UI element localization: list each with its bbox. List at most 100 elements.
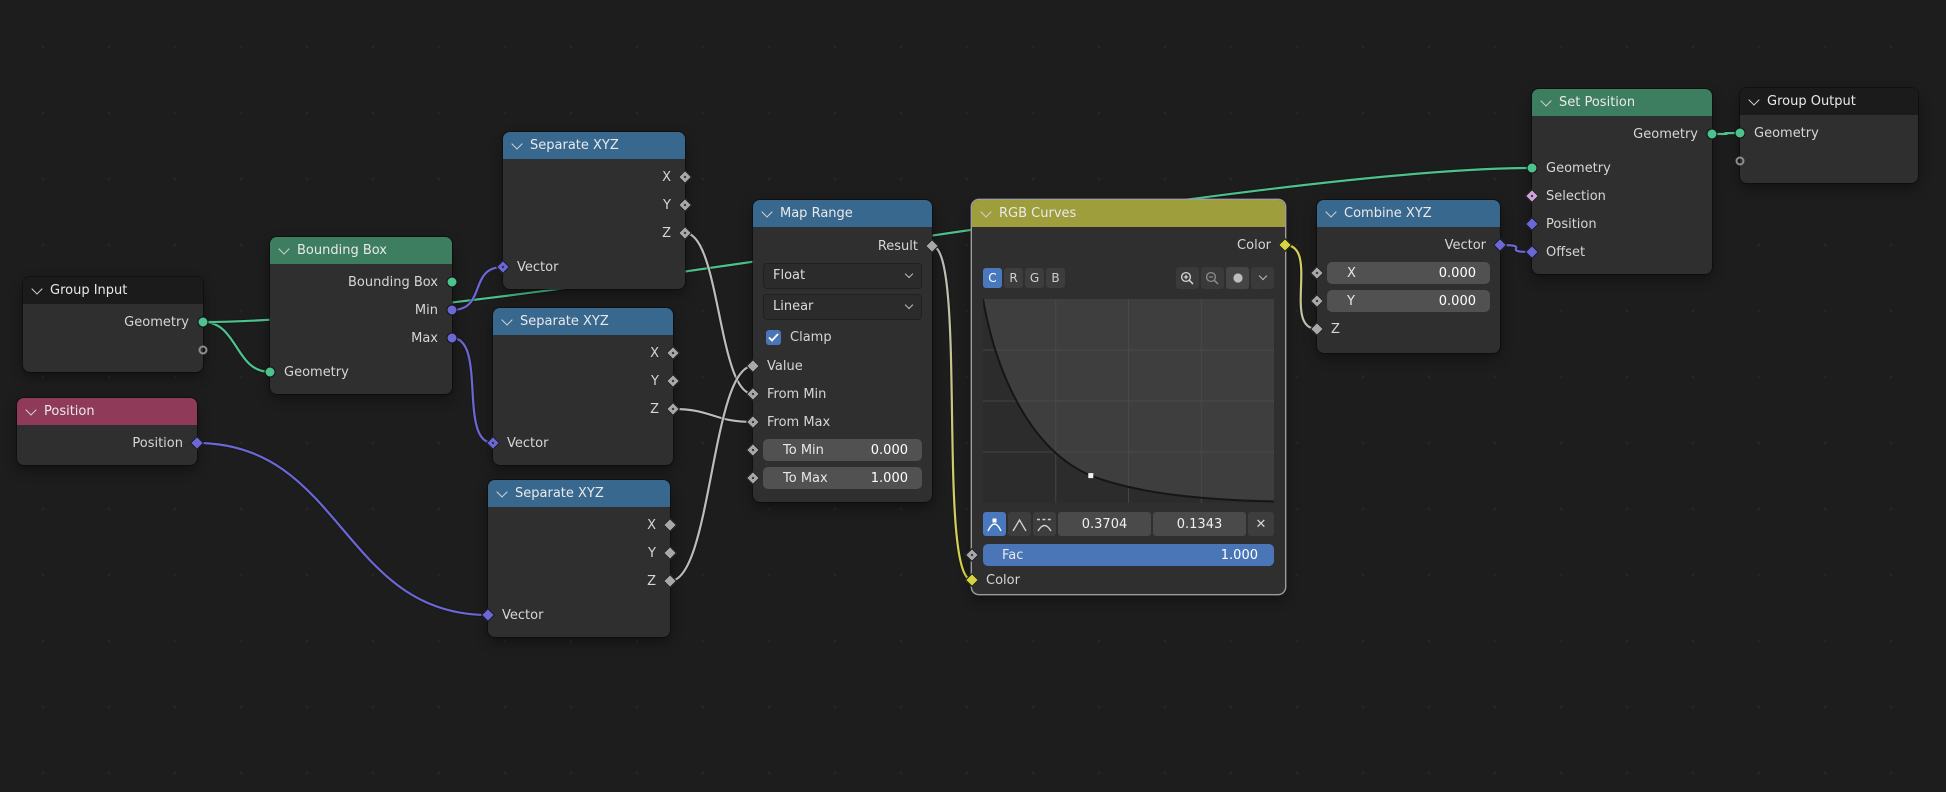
y-input-socket[interactable] — [1310, 294, 1324, 308]
collapse-chevron-icon[interactable] — [496, 486, 507, 497]
y-output-socket[interactable] — [678, 198, 692, 212]
virtual-socket[interactable] — [1736, 157, 1745, 166]
handle-auto-button[interactable] — [983, 512, 1006, 536]
delete-point-button[interactable]: ✕ — [1248, 512, 1274, 536]
node-header[interactable]: Position — [17, 398, 197, 425]
max-output-socket[interactable] — [447, 333, 458, 344]
value-input-socket[interactable] — [746, 359, 760, 373]
to-max-field[interactable]: To Max 1.000 — [763, 467, 922, 489]
x-output-socket[interactable] — [666, 346, 680, 360]
offset-input-socket[interactable] — [1525, 245, 1539, 259]
node-group-input[interactable]: Group Input Geometry — [23, 277, 203, 372]
collapse-chevron-icon[interactable] — [31, 283, 42, 294]
geometry-input-socket[interactable] — [265, 367, 276, 378]
z-output-socket[interactable] — [666, 402, 680, 416]
collapse-chevron-icon[interactable] — [1540, 95, 1551, 106]
position-output-socket[interactable] — [190, 436, 204, 450]
node-combine-xyz[interactable]: Combine XYZ Vector X 0.000 Y 0.000 Z — [1317, 200, 1500, 353]
node-header[interactable]: Group Input — [23, 277, 203, 304]
collapse-chevron-icon[interactable] — [501, 314, 512, 325]
node-separate-xyz-1[interactable]: Separate XYZ X Y Z Vector — [503, 132, 685, 289]
collapse-chevron-icon[interactable] — [980, 206, 991, 217]
zoom-in-button[interactable] — [1176, 267, 1199, 289]
vector-output-socket[interactable] — [1493, 238, 1507, 252]
y-field[interactable]: Y 0.000 — [1327, 290, 1490, 312]
channel-r-button[interactable]: R — [1004, 268, 1023, 288]
selection-input-socket[interactable] — [1525, 189, 1539, 203]
z-output-socket[interactable] — [663, 574, 677, 588]
geometry-input-socket[interactable] — [1527, 163, 1538, 174]
z-output-socket[interactable] — [678, 226, 692, 240]
virtual-socket[interactable] — [199, 346, 208, 355]
handle-auto-clamped-button[interactable] — [1033, 512, 1056, 536]
collapse-chevron-icon[interactable] — [1325, 206, 1336, 217]
collapse-chevron-icon[interactable] — [761, 206, 772, 217]
geometry-output-socket[interactable] — [1707, 129, 1718, 140]
collapse-chevron-icon[interactable] — [278, 243, 289, 254]
point-y-field[interactable]: 0.1343 — [1153, 512, 1246, 536]
clamp-checkbox[interactable] — [766, 330, 781, 345]
node-header[interactable]: Separate XYZ — [503, 132, 685, 159]
input-row: From Min — [753, 380, 932, 408]
zoom-out-button[interactable] — [1201, 267, 1224, 289]
node-header[interactable]: Bounding Box — [270, 237, 452, 264]
data-type-dropdown[interactable]: Float — [763, 263, 922, 289]
handle-vector-icon — [1011, 517, 1028, 532]
node-header[interactable]: Set Position — [1532, 89, 1712, 116]
handle-vector-button[interactable] — [1008, 512, 1031, 536]
curve-control-point[interactable] — [1088, 473, 1093, 478]
node-header[interactable]: Combine XYZ — [1317, 200, 1500, 227]
channel-c-button[interactable]: C — [983, 268, 1002, 288]
x-output-socket[interactable] — [678, 170, 692, 184]
to-min-field[interactable]: To Min 0.000 — [763, 439, 922, 461]
curve-editor[interactable] — [983, 299, 1274, 503]
node-position[interactable]: Position Position — [17, 398, 197, 465]
node-separate-xyz-2[interactable]: Separate XYZ X Y Z Vector — [493, 308, 673, 465]
z-input-socket[interactable] — [1310, 322, 1324, 336]
node-header[interactable]: Separate XYZ — [493, 308, 673, 335]
interpolation-dropdown[interactable]: Linear — [763, 294, 922, 320]
color-input-socket[interactable] — [965, 573, 979, 587]
node-set-position[interactable]: Set Position Geometry Geometry Selection… — [1532, 89, 1712, 274]
bounding-box-output-socket[interactable] — [447, 277, 458, 288]
point-x-field[interactable]: 0.3704 — [1058, 512, 1151, 536]
min-output-socket[interactable] — [447, 305, 458, 316]
channel-b-button[interactable]: B — [1046, 268, 1065, 288]
y-output-socket[interactable] — [663, 546, 677, 560]
node-editor-canvas[interactable]: Group Input Geometry Position Position B… — [0, 0, 1946, 792]
fac-slider[interactable]: Fac 1.000 — [983, 544, 1274, 566]
result-output-socket[interactable] — [925, 239, 939, 253]
x-input-socket[interactable] — [1310, 266, 1324, 280]
clipping-options-button[interactable] — [1226, 267, 1249, 289]
collapse-chevron-icon[interactable] — [511, 138, 522, 149]
from-max-input-socket[interactable] — [746, 415, 760, 429]
fac-input-socket[interactable] — [965, 548, 979, 562]
interpolation-value: Linear — [773, 299, 813, 314]
vector-input-socket[interactable] — [486, 436, 500, 450]
node-separate-xyz-3[interactable]: Separate XYZ X Y Z Vector — [488, 480, 670, 637]
to-max-input-socket[interactable] — [746, 471, 760, 485]
node-header[interactable]: Separate XYZ — [488, 480, 670, 507]
position-input-socket[interactable] — [1525, 217, 1539, 231]
x-field[interactable]: X 0.000 — [1327, 262, 1490, 284]
channel-g-button[interactable]: G — [1025, 268, 1044, 288]
y-output-socket[interactable] — [666, 374, 680, 388]
collapse-chevron-icon[interactable] — [25, 404, 36, 415]
from-min-input-socket[interactable] — [746, 387, 760, 401]
geometry-input-socket[interactable] — [1735, 128, 1746, 139]
node-header[interactable]: Map Range — [753, 200, 932, 227]
node-bounding-box[interactable]: Bounding Box Bounding Box Min Max Geomet… — [270, 237, 452, 394]
node-header[interactable]: Group Output — [1740, 88, 1918, 115]
node-map-range[interactable]: Map Range Result Float Linear Clamp — [753, 200, 932, 502]
collapse-chevron-icon[interactable] — [1748, 94, 1759, 105]
geometry-output-socket[interactable] — [198, 317, 209, 328]
to-min-input-socket[interactable] — [746, 443, 760, 457]
color-output-socket[interactable] — [1278, 238, 1292, 252]
vector-input-socket[interactable] — [496, 260, 510, 274]
node-header[interactable]: RGB Curves — [972, 200, 1285, 227]
node-rgb-curves[interactable]: RGB Curves Color C R G B — [972, 200, 1285, 594]
vector-input-socket[interactable] — [481, 608, 495, 622]
node-group-output[interactable]: Group Output Geometry — [1740, 88, 1918, 183]
x-output-socket[interactable] — [663, 518, 677, 532]
curve-tools-dropdown[interactable] — [1251, 267, 1274, 289]
